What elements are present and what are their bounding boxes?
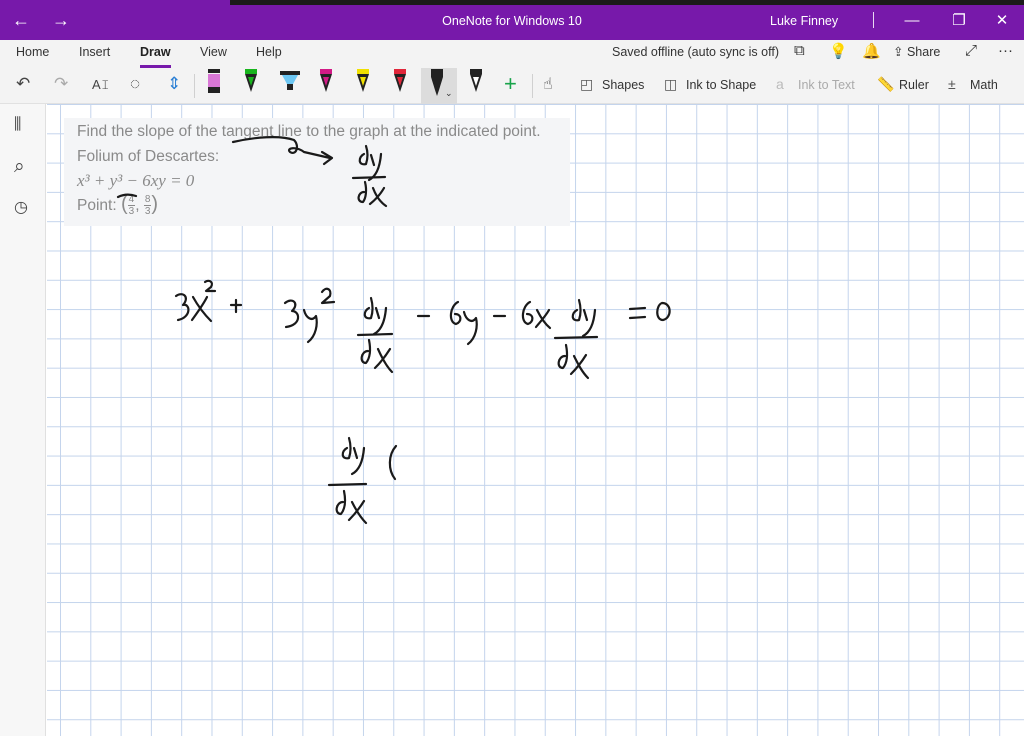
ink-to-shape-button[interactable]: ◫ Ink to Shape: [664, 76, 756, 93]
user-name[interactable]: Luke Finney: [770, 14, 838, 28]
point-label: Point:: [77, 197, 117, 214]
search-icon[interactable]: ⌕: [14, 156, 25, 178]
ruler-label: Ruler: [899, 78, 929, 92]
ink-to-text-button[interactable]: a Ink to Text: [776, 76, 855, 92]
yellow-pen-icon[interactable]: [354, 68, 372, 98]
magenta-pen-icon[interactable]: [317, 68, 335, 98]
lightbulb-icon[interactable]: 💡: [829, 42, 848, 60]
expand-icon[interactable]: ⤢: [965, 42, 977, 59]
problem-statement: Find the slope of the tangent line to th…: [77, 123, 541, 140]
share-icon: ⇪: [893, 45, 907, 59]
close-paren: ): [151, 193, 159, 215]
tab-help[interactable]: Help: [256, 45, 282, 59]
ink-to-text-icon: a: [776, 76, 784, 92]
shapes-button[interactable]: ◰ Shapes: [580, 76, 644, 93]
add-pen-icon[interactable]: +: [504, 71, 517, 97]
bell-icon[interactable]: 🔔: [862, 42, 881, 60]
share-button[interactable]: ⇪ Share: [893, 44, 940, 59]
tab-draw[interactable]: Draw: [140, 45, 171, 68]
undo-icon[interactable]: ↶: [16, 74, 30, 94]
chevron-down-icon[interactable]: ⌄: [445, 88, 453, 99]
share-label: Share: [906, 45, 941, 59]
add-space-icon[interactable]: ⇕: [167, 74, 181, 94]
minimize-icon[interactable]: —: [897, 8, 927, 34]
lasso-select-icon[interactable]: ◌: [130, 74, 140, 94]
window-title: OneNote for Windows 10: [442, 14, 582, 28]
pink-highlighter-icon[interactable]: [205, 68, 223, 98]
black-pen-icon[interactable]: [467, 68, 485, 98]
title-separator: [873, 12, 874, 28]
math-label: Math: [970, 78, 998, 92]
curve-name: Folium of Descartes:: [77, 148, 220, 165]
black-pen-selected-icon[interactable]: [428, 68, 446, 98]
toolbar-divider: [194, 74, 195, 98]
recent-icon[interactable]: ◷: [14, 197, 28, 217]
shapes-icon: ◰: [580, 76, 594, 92]
title-bar: ← → OneNote for Windows 10 Luke Finney —…: [0, 0, 1024, 40]
redo-icon[interactable]: ↷: [54, 74, 68, 94]
green-pen-icon[interactable]: [242, 68, 260, 98]
equation: x³ + y³ − 6xy = 0: [77, 171, 195, 190]
ink-to-text-label: Ink to Text: [798, 78, 855, 92]
notebook-icon[interactable]: ⧉: [794, 42, 805, 59]
left-sidebar: ⫼ ⌕ ◷: [0, 104, 46, 736]
open-paren: (: [120, 193, 128, 215]
draw-toolbar: ↶ ↷ A𝙸 ◌ ⇕ ⌄ + ☝ ◰ Shapes ◫ Ink to Shape a…: [0, 68, 1024, 104]
tab-insert[interactable]: Insert: [79, 45, 110, 59]
ruler-button[interactable]: 📏 Ruler: [877, 76, 929, 93]
top-strip: [230, 0, 1024, 5]
shapes-label: Shapes: [602, 78, 645, 92]
touch-draw-icon[interactable]: ☝: [543, 74, 553, 94]
tab-view[interactable]: View: [200, 45, 227, 59]
tab-home[interactable]: Home: [16, 45, 49, 59]
ribbon-tabs: Home Insert Draw View Help Saved offline…: [0, 40, 1024, 68]
point-line: Point: (4 3, 8 3): [77, 193, 159, 218]
blue-highlighter-icon[interactable]: [279, 68, 301, 98]
ink-to-shape-label: Ink to Shape: [686, 78, 757, 92]
ruler-icon: 📏: [877, 76, 895, 92]
more-options-icon[interactable]: ···: [998, 42, 1013, 59]
math-button[interactable]: ± Math: [948, 76, 998, 92]
close-icon[interactable]: ✕: [987, 8, 1017, 34]
red-pen-icon[interactable]: [391, 68, 409, 98]
notebooks-icon[interactable]: ⫼: [14, 116, 21, 134]
restore-icon[interactable]: ❐: [944, 8, 974, 34]
sync-status: Saved offline (auto sync is off): [612, 45, 779, 59]
math-icon: ±: [948, 76, 956, 92]
type-select-icon[interactable]: A𝙸: [92, 77, 110, 93]
toolbar-divider-2: [532, 74, 533, 98]
problem-image[interactable]: Find the slope of the tangent line to th…: [64, 118, 570, 226]
ink-to-shape-icon: ◫: [664, 76, 678, 92]
